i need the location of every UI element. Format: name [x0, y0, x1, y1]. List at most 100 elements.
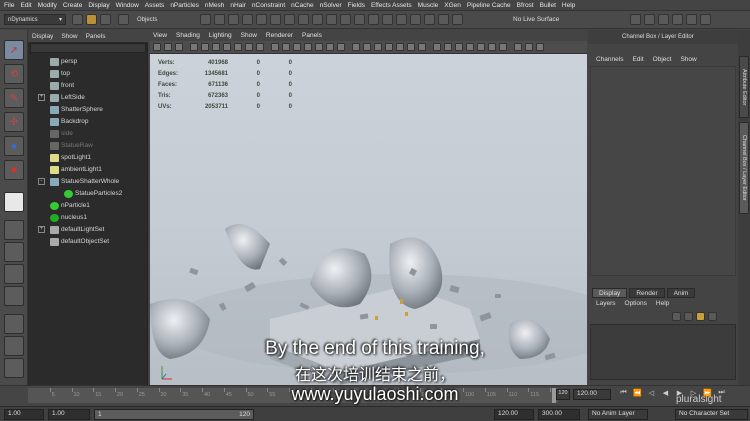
object-mode-icon[interactable] — [424, 14, 435, 25]
channel-box-icon[interactable] — [700, 14, 711, 25]
outliner-item[interactable]: nucleus1 — [28, 212, 148, 223]
viewport-tool-icon[interactable] — [499, 43, 507, 51]
start-time-field[interactable]: 1.00 — [4, 409, 44, 420]
viewport-tool-icon[interactable] — [374, 43, 382, 51]
new-layer-selected-icon[interactable] — [684, 312, 693, 321]
paint-select-tool-icon[interactable]: ✎ — [4, 88, 24, 108]
outliner-item[interactable]: front — [28, 80, 148, 91]
outliner-item[interactable]: + LeftSide — [28, 92, 148, 103]
collapse-icon[interactable]: - — [38, 178, 45, 185]
open-scene-icon[interactable] — [86, 14, 97, 25]
save-scene-icon[interactable] — [100, 14, 111, 25]
outliner-item[interactable]: defaultObjectSet — [28, 236, 148, 247]
outliner-item[interactable]: Backdrop — [28, 116, 148, 127]
outliner-item[interactable]: side — [28, 128, 148, 139]
menu-effects-assets[interactable]: Effects Assets — [371, 2, 412, 9]
viewport-tool-icon[interactable] — [488, 43, 496, 51]
live-surface-icon[interactable] — [452, 14, 463, 25]
viewport-tool-icon[interactable] — [396, 43, 404, 51]
channel-list-area[interactable] — [590, 66, 736, 276]
attribute-editor-tab[interactable]: Attribute Editor — [739, 56, 749, 118]
end-time-field[interactable]: 300.00 — [538, 409, 580, 420]
viewport-tool-icon[interactable] — [304, 43, 312, 51]
viewport-tool-icon[interactable] — [271, 43, 279, 51]
outliner-menu-panels[interactable]: Panels — [86, 33, 106, 40]
viewport-tool-icon[interactable] — [536, 43, 544, 51]
persp-graph-layout-icon[interactable] — [4, 286, 24, 306]
menu-create[interactable]: Create — [63, 2, 83, 9]
viewport-tool-icon[interactable] — [385, 43, 393, 51]
construction-history-icon[interactable] — [354, 14, 365, 25]
history-icon[interactable] — [256, 14, 267, 25]
viewport-tool-icon[interactable] — [466, 43, 474, 51]
single-perspective-layout-icon[interactable] — [4, 220, 24, 240]
menu-assets[interactable]: Assets — [145, 2, 165, 9]
snap-together-icon[interactable] — [326, 14, 337, 25]
menu-nconstraint[interactable]: nConstraint — [252, 2, 285, 9]
outliner-search-input[interactable] — [30, 43, 146, 53]
viewport-menu-panels[interactable]: Panels — [302, 32, 322, 39]
viewport-tool-icon[interactable] — [201, 43, 209, 51]
viewport-tool-icon[interactable] — [282, 43, 290, 51]
viewport-tool-icon[interactable] — [245, 43, 253, 51]
lock-icon[interactable] — [438, 14, 449, 25]
four-view-layout-icon[interactable] — [4, 242, 24, 262]
outliner-item[interactable]: StatueParticles2 — [28, 188, 148, 199]
viewport-tool-icon[interactable] — [352, 43, 360, 51]
render-settings-icon[interactable] — [298, 14, 309, 25]
menu-file[interactable]: File — [4, 2, 14, 9]
outliner-item[interactable]: nParticle1 — [28, 200, 148, 211]
snap-curve-icon[interactable] — [214, 14, 225, 25]
menu-xgen[interactable]: XGen — [444, 2, 461, 9]
outliner-item[interactable]: - StatueShatterWhole — [28, 176, 148, 187]
menu-muscle[interactable]: Muscle — [418, 2, 439, 9]
layer-move-icon[interactable] — [708, 312, 717, 321]
menu-display[interactable]: Display — [88, 2, 109, 9]
persp-outliner-layout-icon[interactable] — [4, 264, 24, 284]
viewport-menu-shading[interactable]: Shading — [176, 32, 200, 39]
menu-nparticles[interactable]: nParticles — [170, 2, 199, 9]
layer-options-icon[interactable] — [696, 312, 705, 321]
menu-window[interactable]: Window — [116, 2, 139, 9]
outliner-item[interactable]: top — [28, 68, 148, 79]
outliner-item[interactable]: ShatterSphere — [28, 104, 148, 115]
ipr-icon[interactable] — [284, 14, 295, 25]
snap-grid-icon[interactable] — [200, 14, 211, 25]
viewport-menu-show[interactable]: Show — [241, 32, 257, 39]
render-frame-icon[interactable] — [644, 14, 655, 25]
outliner-item[interactable]: persp — [28, 56, 148, 67]
outliner-menu-display[interactable]: Display — [32, 33, 53, 40]
menu-bfrost[interactable]: Bfrost — [517, 2, 534, 9]
new-layer-icon[interactable] — [672, 312, 681, 321]
vertex-mode-icon[interactable] — [368, 14, 379, 25]
select-tool-icon[interactable]: ➚ — [4, 40, 24, 60]
channel-box-tab[interactable]: Channel Box / Layer Editor — [739, 122, 749, 214]
hypershade-layout-icon[interactable] — [4, 314, 24, 334]
viewport-tool-icon[interactable] — [212, 43, 220, 51]
viewport-tool-icon[interactable] — [514, 43, 522, 51]
cb-menu-edit[interactable]: Edit — [632, 56, 643, 63]
menu-bullet[interactable]: Bullet — [540, 2, 556, 9]
cb-menu-channels[interactable]: Channels — [596, 56, 623, 63]
viewport-tool-icon[interactable] — [444, 43, 452, 51]
viewport-tool-icon[interactable] — [525, 43, 533, 51]
expand-icon[interactable]: + — [38, 94, 45, 101]
viewport-tool-icon[interactable] — [164, 43, 172, 51]
viewport-menu-view[interactable]: View — [153, 32, 167, 39]
tool-settings-icon[interactable] — [686, 14, 697, 25]
tab-display[interactable]: Display — [592, 288, 628, 298]
viewport-tool-icon[interactable] — [223, 43, 231, 51]
viewport-menu-renderer[interactable]: Renderer — [266, 32, 293, 39]
render-icon[interactable] — [270, 14, 281, 25]
perspective-viewport[interactable]: View Shading Lighting Show Renderer Pane… — [150, 30, 587, 385]
magnet-icon[interactable] — [340, 14, 351, 25]
uv-mode-icon[interactable] — [410, 14, 421, 25]
layer-menu-options[interactable]: Options — [625, 300, 647, 310]
edge-mode-icon[interactable] — [382, 14, 393, 25]
viewport-tool-icon[interactable] — [407, 43, 415, 51]
outliner-item[interactable]: + defaultLightSet — [28, 224, 148, 235]
last-tool-icon[interactable] — [4, 192, 24, 212]
anim-layer-dropdown[interactable]: No Anim Layer — [588, 409, 648, 420]
menu-edit[interactable]: Edit — [20, 2, 31, 9]
cb-menu-show[interactable]: Show — [680, 56, 696, 63]
